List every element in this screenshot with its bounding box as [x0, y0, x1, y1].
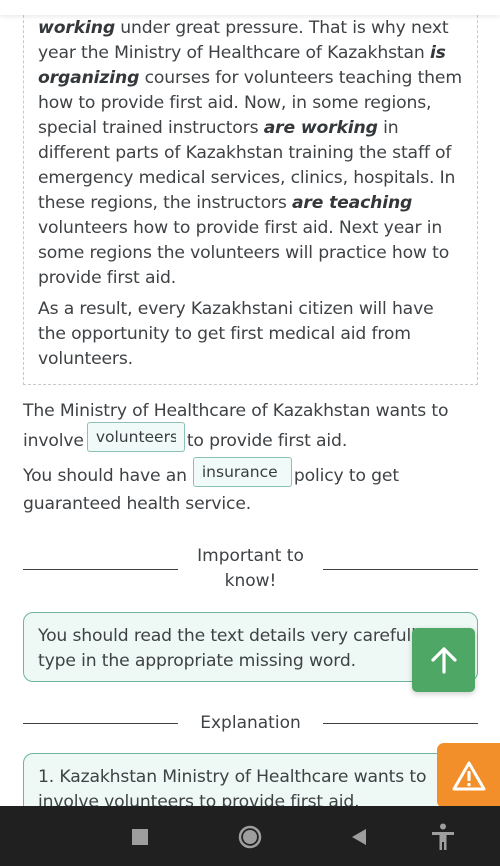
gap-sentence-2: You should have anpolicy to get guarante… — [23, 457, 478, 518]
emphasized-verb: working — [38, 18, 115, 38]
explanation-divider: Explanation — [23, 711, 478, 736]
important-divider: Important to know! — [23, 544, 478, 594]
scroll-to-top-button[interactable] — [412, 628, 475, 692]
square-icon — [132, 829, 148, 845]
arrow-up-icon — [430, 647, 457, 674]
circle-icon — [238, 825, 262, 849]
explanation-heading: Explanation — [200, 713, 301, 733]
recent-apps-button[interactable] — [125, 822, 155, 852]
android-navigation-bar — [0, 806, 500, 866]
divider-line-right — [323, 723, 478, 724]
divider-line-left — [23, 723, 178, 724]
sentence-2-before: You should have an — [23, 466, 187, 486]
divider-line-left — [23, 569, 178, 570]
reading-paragraph-1: working under great pressure. That is wh… — [38, 16, 463, 291]
back-triangle-icon — [352, 829, 366, 845]
back-button[interactable] — [344, 822, 374, 852]
sentence-1-after: to provide first aid. — [186, 431, 348, 451]
home-button[interactable] — [235, 822, 265, 852]
gap-input-2[interactable] — [192, 457, 292, 487]
gap-input-1[interactable] — [86, 422, 185, 452]
top-app-bar — [0, 0, 500, 15]
important-note-text: You should read the text details very ca… — [38, 626, 463, 671]
emphasized-verb: are teaching — [291, 193, 413, 213]
gap-sentence-1: The Ministry of Healthcare of Kazakhstan… — [23, 396, 478, 456]
text-run: volunteers how to provide first aid. Nex… — [38, 218, 450, 288]
reading-paragraph-2: As a result, every Kazakhstani citizen w… — [38, 299, 434, 369]
report-problem-button[interactable] — [437, 743, 500, 808]
important-heading: Important to know! — [197, 546, 304, 591]
accessibility-icon — [432, 823, 454, 850]
emphasized-verb: are working — [263, 118, 378, 138]
important-note-box: You should read the text details very ca… — [23, 612, 478, 682]
reading-text-box: working under great pressure. That is wh… — [23, 0, 478, 385]
divider-line-right — [323, 569, 478, 570]
accessibility-button[interactable] — [428, 822, 458, 852]
warning-icon — [452, 761, 485, 790]
